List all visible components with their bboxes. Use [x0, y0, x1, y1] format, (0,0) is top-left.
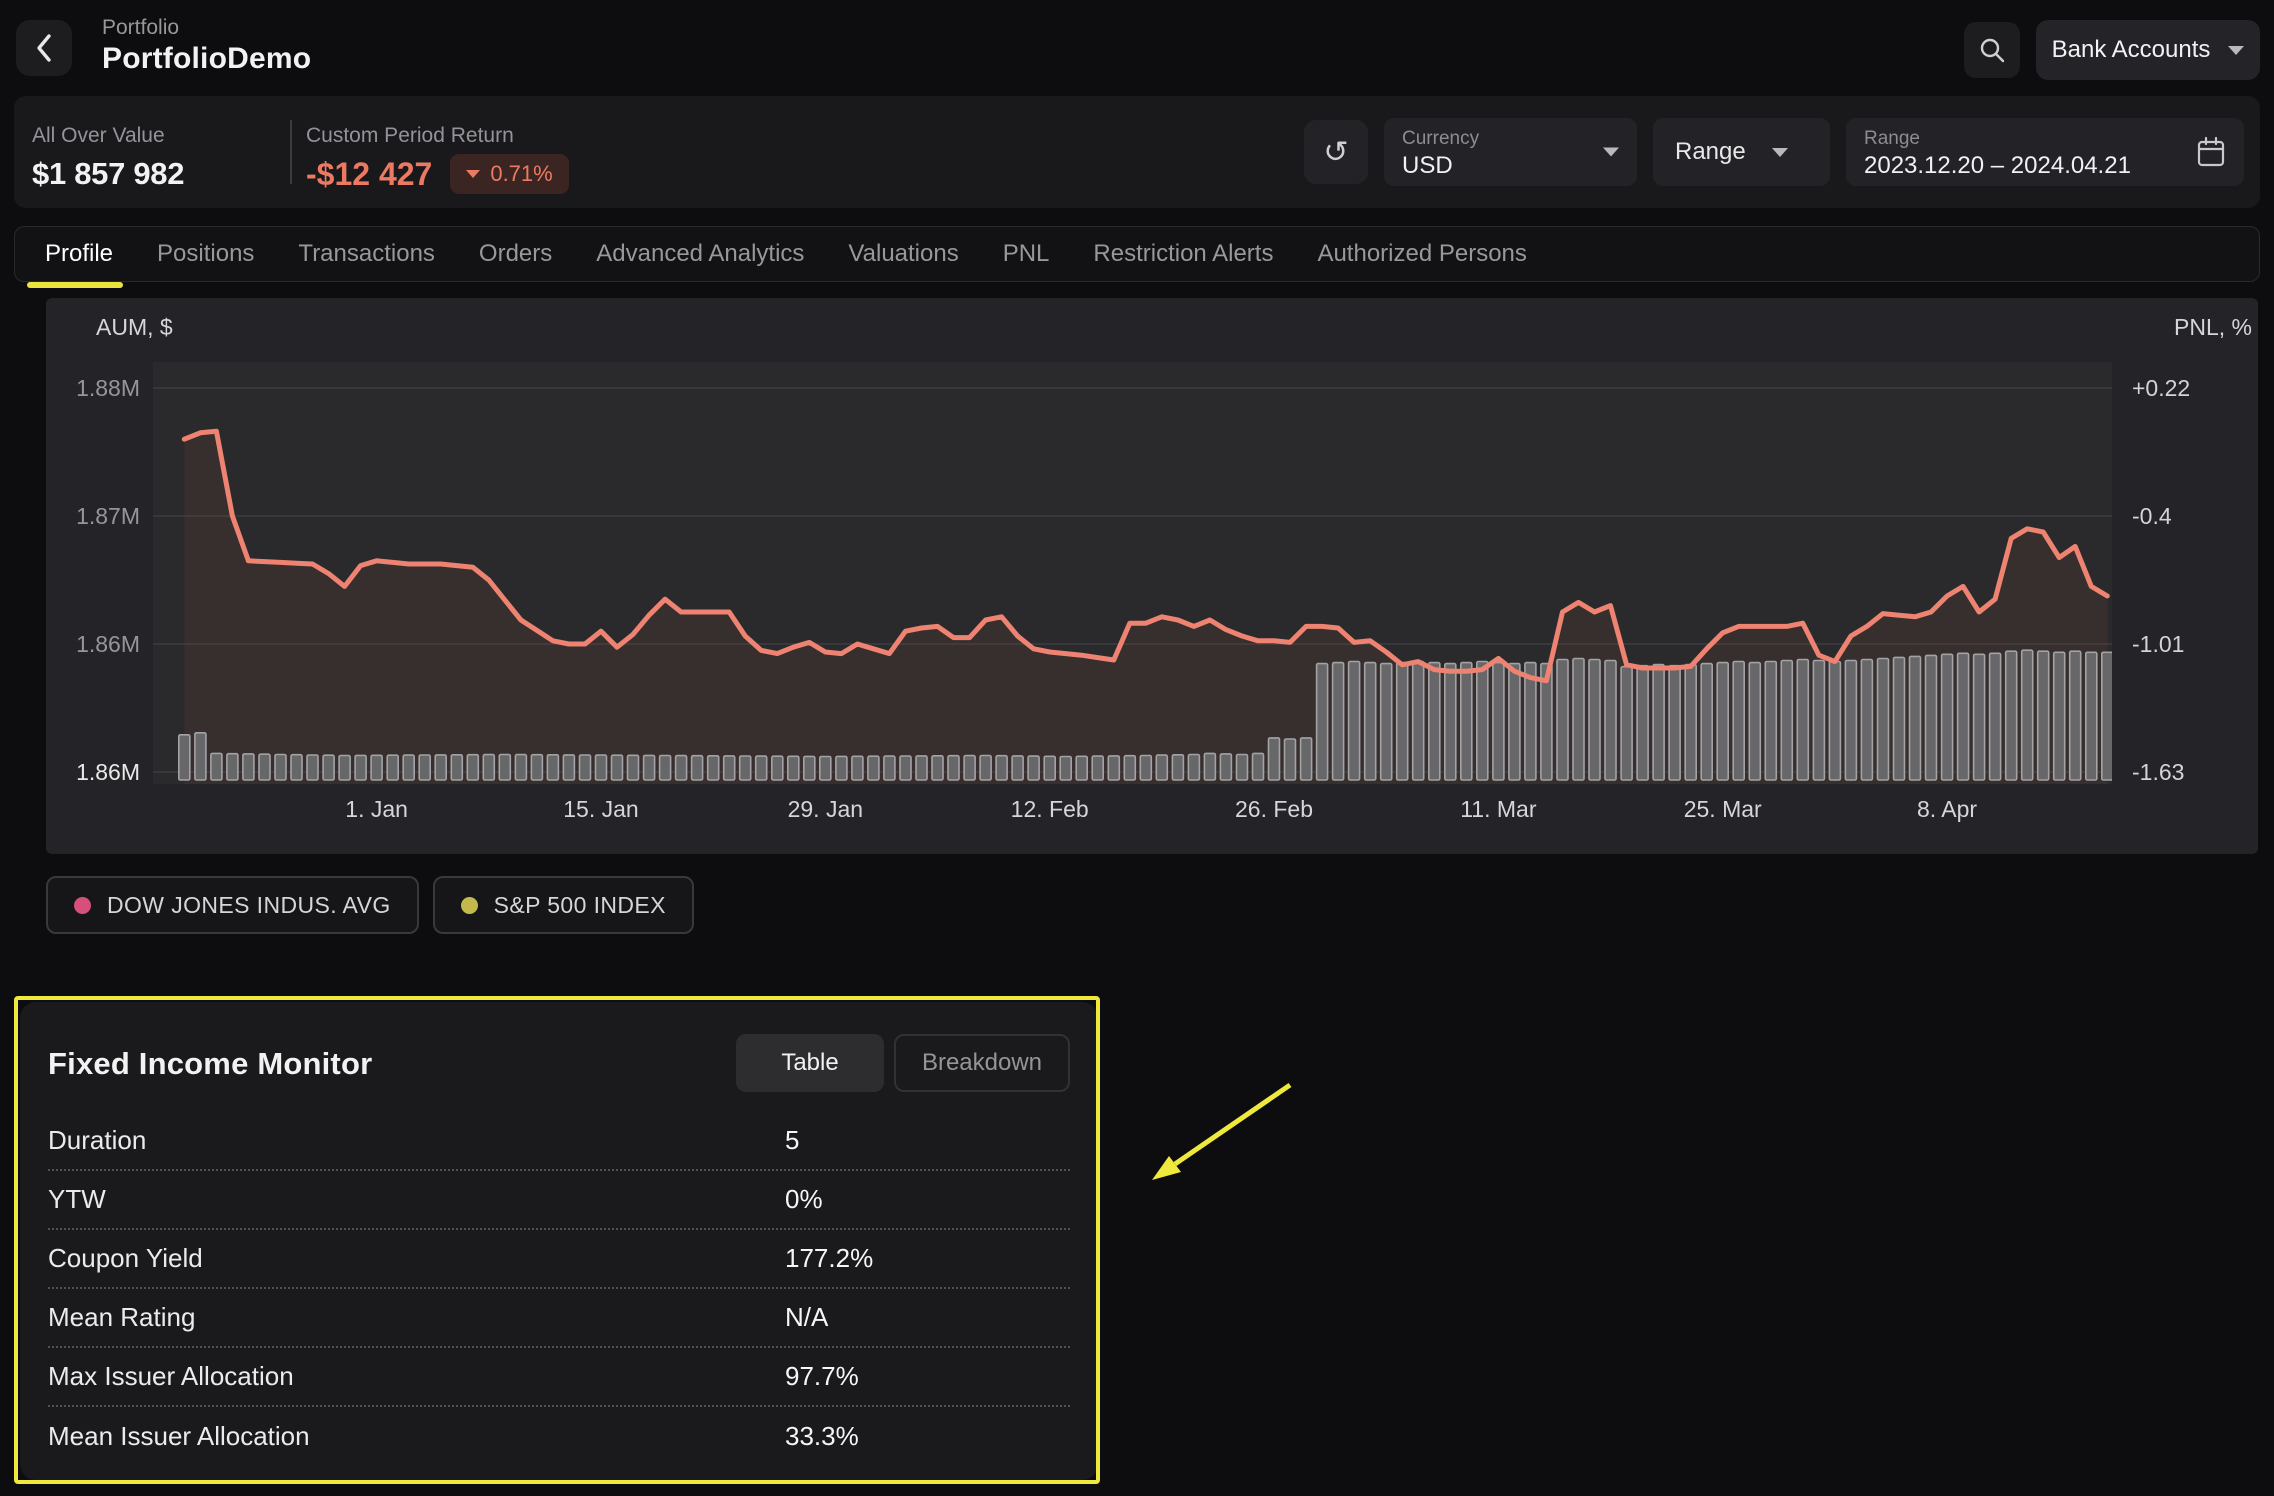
currency-label: Currency — [1402, 128, 1583, 150]
breakdown-view-button[interactable]: Breakdown — [894, 1034, 1070, 1092]
tab-bar: Profile Positions Transactions Orders Advanc… — [14, 226, 2260, 282]
tab-advanced-analytics[interactable]: Advanced Analytics — [596, 240, 804, 268]
custom-period-return-value: -$12 427 — [306, 156, 432, 193]
table-row-mean-issuer-allocation: Mean Issuer Allocation 33.3% — [48, 1407, 1070, 1466]
legend-dot — [461, 897, 478, 914]
left-axis-tick: 1.86M — [54, 758, 140, 786]
return-percent-badge: 0.71% — [450, 154, 568, 194]
chart-legend: DOW JONES INDUS. AVG S&P 500 INDEX — [46, 876, 694, 934]
fixed-income-monitor-card: Fixed Income Monitor TableBreakdown Dura… — [20, 1002, 1098, 1480]
right-axis-tick: -1.63 — [2132, 758, 2252, 786]
currency-value: USD — [1402, 152, 1583, 180]
left-axis-tick: 1.88M — [54, 374, 140, 402]
tab-restriction-alerts[interactable]: Restriction Alerts — [1093, 240, 1273, 268]
right-axis-tick: +0.22 — [2132, 374, 2252, 402]
row-value: 0% — [785, 1184, 823, 1215]
tabs: Profile Positions Transactions Orders Advanc… — [15, 227, 2259, 281]
performance-chart-panel: AUM, $ PNL, % 1.88M 1.87M 1.86M 1.86M +0.22… — [46, 298, 2258, 854]
summary-bar: All Over Value $1 857 982 Custom Period … — [14, 96, 2260, 208]
table-row-ytw: YTW 0% — [48, 1171, 1070, 1230]
legend-chip-dow-jones-indus-avg[interactable]: DOW JONES INDUS. AVG — [46, 876, 419, 934]
x-axis-label: 29. Jan — [788, 796, 863, 823]
table-row-mean-rating: Mean Rating N/A — [48, 1289, 1070, 1348]
calendar-icon — [2196, 136, 2226, 168]
x-axis-label: 1. Jan — [345, 796, 408, 823]
search-icon — [1978, 36, 2006, 64]
x-axis-label: 25. Mar — [1684, 796, 1762, 823]
tab-authorized-persons[interactable]: Authorized Persons — [1317, 240, 1526, 268]
date-range-value: 2023.12.20 – 2024.04.21 — [1864, 152, 2190, 180]
table-row-duration: Duration 5 — [48, 1112, 1070, 1171]
row-label: Mean Rating — [48, 1302, 195, 1333]
x-axis-label: 8. Apr — [1917, 796, 1977, 823]
right-axis-title: PNL, % — [2130, 314, 2252, 341]
row-value: 177.2% — [785, 1243, 873, 1274]
breadcrumb: Portfolio — [102, 16, 179, 40]
right-axis-tick: -0.4 — [2132, 502, 2252, 530]
bank-accounts-label: Bank Accounts — [2052, 36, 2211, 64]
chart-plot-area[interactable] — [153, 362, 2112, 784]
back-button[interactable] — [16, 20, 72, 76]
chevron-down-icon — [1772, 148, 1788, 157]
row-label: YTW — [48, 1184, 106, 1215]
refresh-icon: ↺ — [1323, 135, 1348, 170]
all-over-value: $1 857 982 — [32, 156, 184, 192]
triangle-down-icon — [466, 170, 480, 178]
custom-period-return-label: Custom Period Return — [306, 124, 569, 148]
x-axis-label: 11. Mar — [1460, 796, 1536, 823]
left-axis-tick: 1.87M — [54, 502, 140, 530]
row-value: N/A — [785, 1302, 828, 1333]
tab-profile[interactable]: Profile — [45, 240, 113, 268]
chevron-down-icon — [2228, 46, 2244, 55]
legend-dot — [74, 897, 91, 914]
refresh-button[interactable]: ↺ — [1304, 120, 1368, 184]
active-tab-indicator — [27, 282, 123, 288]
view-toggle: TableBreakdown — [736, 1034, 1070, 1092]
row-value: 33.3% — [785, 1421, 859, 1452]
row-label: Mean Issuer Allocation — [48, 1421, 310, 1452]
row-label: Coupon Yield — [48, 1243, 203, 1274]
x-axis-label: 12. Feb — [1011, 796, 1089, 823]
fixed-income-title: Fixed Income Monitor — [48, 1046, 372, 1082]
table-row-coupon-yield: Coupon Yield 177.2% — [48, 1230, 1070, 1289]
x-axis-label: 15. Jan — [563, 796, 638, 823]
tab-positions[interactable]: Positions — [157, 240, 254, 268]
search-button[interactable] — [1964, 22, 2020, 78]
date-range-label: Range — [1864, 128, 2190, 150]
tab-orders[interactable]: Orders — [479, 240, 552, 268]
legend-chip-s-p-500-index[interactable]: S&P 500 INDEX — [433, 876, 694, 934]
table-row-max-issuer-allocation: Max Issuer Allocation 97.7% — [48, 1348, 1070, 1407]
row-label: Duration — [48, 1125, 146, 1156]
divider — [290, 120, 292, 184]
tab-transactions[interactable]: Transactions — [298, 240, 435, 268]
tab-pnl[interactable]: PNL — [1003, 240, 1050, 268]
all-over-value-label: All Over Value — [32, 124, 184, 148]
return-percent: 0.71% — [490, 161, 552, 187]
left-axis-tick: 1.86M — [54, 630, 140, 658]
aum-pnl-chart — [153, 362, 2112, 784]
x-axis-label: 26. Feb — [1235, 796, 1313, 823]
currency-dropdown[interactable]: Currency USD — [1384, 118, 1637, 186]
range-preset-label: Range — [1675, 138, 1746, 166]
table-view-button[interactable]: Table — [736, 1034, 884, 1092]
page-title: PortfolioDemo — [102, 42, 311, 76]
left-axis-title: AUM, $ — [96, 314, 173, 341]
date-range-field[interactable]: Range 2023.12.20 – 2024.04.21 — [1846, 118, 2244, 186]
row-label: Max Issuer Allocation — [48, 1361, 294, 1392]
fixed-income-table: Duration 5 YTW 0% Coupon Yield 177.2% Mean Rat… — [48, 1112, 1070, 1466]
portfolio-dashboard: { "header": { "breadcrumb": "Portfolio",… — [0, 0, 2274, 1496]
tab-valuations[interactable]: Valuations — [848, 240, 958, 268]
row-value: 97.7% — [785, 1361, 859, 1392]
bank-accounts-dropdown[interactable]: Bank Accounts — [2036, 20, 2260, 80]
range-preset-dropdown[interactable]: Range — [1653, 118, 1830, 186]
right-axis-tick: -1.01 — [2132, 630, 2252, 658]
row-value: 5 — [785, 1125, 799, 1156]
legend-label: DOW JONES INDUS. AVG — [107, 892, 391, 919]
chevron-left-icon — [34, 32, 54, 64]
legend-label: S&P 500 INDEX — [494, 892, 666, 919]
chevron-down-icon — [1603, 148, 1619, 157]
